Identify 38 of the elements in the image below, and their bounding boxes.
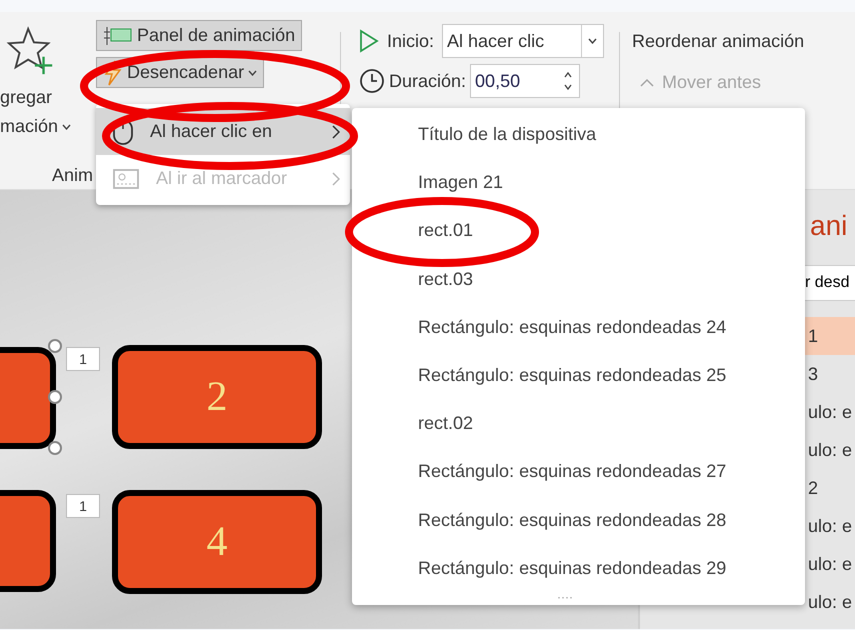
start-dropdown[interactable]: Al hacer clic [442,24,604,58]
lightning-icon [103,60,123,86]
chevron-right-icon [332,124,340,138]
add-animation-label[interactable]: gregar [0,84,52,111]
submenu-item[interactable]: Rectángulo: esquinas redondeadas 29 [418,556,726,579]
submenu-item[interactable]: Título de la dispositiva [418,123,596,145]
pane-title: ani [810,210,848,242]
pane-icon [103,26,133,46]
animation-order-tag: 1 [66,494,100,518]
add-animation-label[interactable]: mación [0,113,58,140]
caret-icon[interactable] [62,124,72,130]
resize-handle[interactable] [48,339,62,353]
caret-icon [588,38,598,44]
animation-order-tag: 1 [66,347,100,371]
group-label: Anim [52,164,94,187]
submenu-item[interactable]: Imagen 21 [418,171,504,194]
submenu-item[interactable]: Rectángulo: esquinas redondeadas 28 [418,508,726,530]
submenu-item[interactable]: Rectángulo: esquinas redondeadas 27 [418,460,726,482]
submenu-item[interactable]: rect.03 [418,268,474,290]
more-indicator: ···· [557,591,573,603]
resize-handle[interactable] [48,390,62,404]
play-from-button[interactable]: r desd [802,265,855,301]
spinner-arrows-icon[interactable] [563,71,574,91]
play-icon [359,29,379,53]
animation-pane-button[interactable]: Panel de animación [96,20,302,51]
duration-label: Duración: [389,70,466,92]
resize-handle[interactable] [48,441,62,455]
start-label: Inicio: [387,30,434,52]
chevron-up-icon [640,78,654,87]
reorder-title: Reordenar animación [632,30,806,53]
submenu-item[interactable]: Rectángulo: esquinas redondeadas 24 [418,316,726,338]
submenu-item[interactable]: Rectángulo: esquinas redondeadas 25 [418,364,726,386]
clock-icon [359,68,385,94]
chevron-right-icon [332,172,340,186]
duration-spinner[interactable]: 00,50 [470,64,580,98]
caret-icon [248,70,258,76]
submenu-item[interactable]: rect.01 [418,219,474,242]
submenu-item[interactable]: rect.02 [418,412,474,434]
